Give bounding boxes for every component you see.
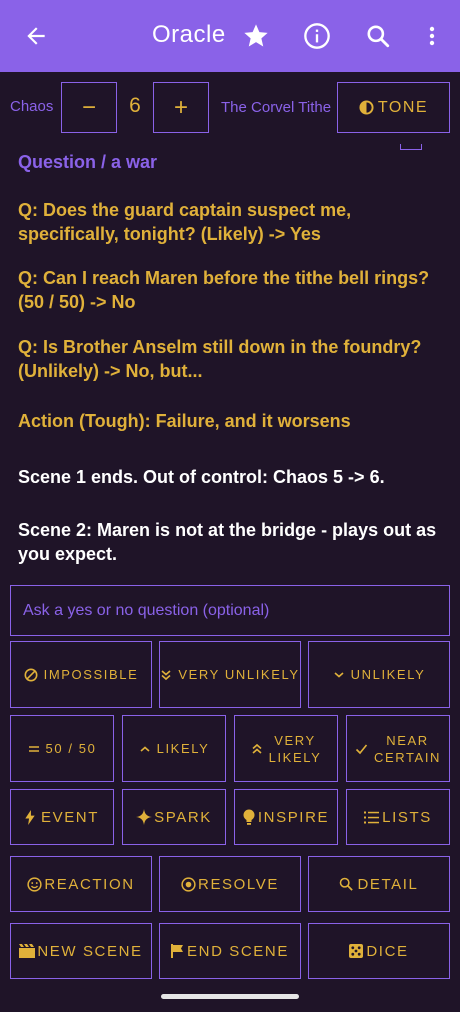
end-scene-button[interactable]: END SCENE <box>159 923 301 979</box>
dice-button[interactable]: DICE <box>308 923 450 979</box>
contrast-icon <box>359 100 374 115</box>
inspire-label: INSPIRE <box>257 808 330 826</box>
tone-button[interactable]: TONE <box>337 82 450 133</box>
chaos-label: Chaos <box>10 98 54 115</box>
log-entry: Q: Does the guard captain suspect me, sp… <box>18 200 352 244</box>
unlikely-button[interactable]: UNLIKELY <box>308 641 450 708</box>
dice-icon <box>349 944 364 958</box>
search-icon[interactable] <box>360 18 396 54</box>
near-certain-label: NEAR CERTAIN <box>374 732 441 766</box>
smiley-icon <box>27 876 42 892</box>
reaction-label: REACTION <box>44 875 135 893</box>
near-certain-label-line2: CERTAIN <box>373 749 442 765</box>
list-icon <box>364 811 380 824</box>
log-entry: Scene 1 ends. Out of control: Chaos 5 ->… <box>18 467 385 487</box>
chevron-down-icon <box>333 669 345 681</box>
oracle-log[interactable]: Question / a war Q: Does the guard capta… <box>0 144 460 580</box>
app-bar: Oracle <box>0 0 460 72</box>
tone-label: TONE <box>377 98 429 116</box>
log-entry: Q: Can I reach Maren before the tithe be… <box>18 268 430 312</box>
star-icon[interactable] <box>238 18 274 54</box>
log-entry: Question / a war <box>18 152 158 172</box>
equals-icon <box>28 744 40 754</box>
magnifier-icon <box>339 877 354 891</box>
event-button[interactable]: EVENT <box>10 789 114 845</box>
chaos-value: 6 <box>129 94 141 117</box>
log-entry: Action (Tough): Failure, and it worsens <box>18 411 351 431</box>
spark-button[interactable]: SPARK <box>122 789 226 845</box>
back-arrow-icon[interactable] <box>18 18 54 54</box>
near-certain-label-line1: NEAR <box>386 732 429 748</box>
target-icon <box>181 876 196 892</box>
lists-button[interactable]: LISTS <box>346 789 450 845</box>
thread-title[interactable]: The Corvel Tithe <box>221 99 331 116</box>
impossible-button[interactable]: IMPOSSIBLE <box>10 641 152 708</box>
unlikely-label: UNLIKELY <box>350 667 426 682</box>
double-chevron-up-icon <box>251 743 263 755</box>
info-icon[interactable] <box>299 18 335 54</box>
oracle-screen: { "app_bar": { "title": "Oracle", "icons… <box>0 0 460 1012</box>
reaction-button[interactable]: REACTION <box>10 856 152 912</box>
flag-icon <box>171 944 184 958</box>
end-scene-label: END SCENE <box>187 942 289 960</box>
new-scene-button[interactable]: NEW SCENE <box>10 923 152 979</box>
more-vert-icon[interactable] <box>414 18 450 54</box>
likely-button[interactable]: LIKELY <box>122 715 226 782</box>
sparkle-icon <box>136 809 153 825</box>
spark-label: SPARK <box>154 808 212 826</box>
lists-label: LISTS <box>382 808 432 826</box>
impossible-label: IMPOSSIBLE <box>43 667 139 682</box>
clapperboard-icon <box>19 944 36 958</box>
log-entry: Scene 2: Maren is not at the bridge - pl… <box>18 520 437 564</box>
likely-label: LIKELY <box>156 741 210 756</box>
inspire-button[interactable]: INSPIRE <box>234 789 338 845</box>
detail-label: DETAIL <box>357 875 419 893</box>
very-unlikely-button[interactable]: VERY UNLIKELY <box>159 641 301 708</box>
resolve-label: RESOLVE <box>198 875 279 893</box>
bolt-icon <box>25 809 35 825</box>
log-entry: Q: Is Brother Anselm still down in the f… <box>18 337 422 381</box>
question-field[interactable] <box>10 585 450 636</box>
very-likely-label: VERY LIKELY <box>269 732 322 766</box>
new-scene-label: NEW SCENE <box>37 942 143 960</box>
plus-icon: + <box>173 93 188 121</box>
very-likely-label-line1: VERY <box>274 732 316 748</box>
dice-label: DICE <box>366 942 409 960</box>
block-icon <box>24 668 38 682</box>
chaos-bar: Chaos − 6 + The Corvel Tithe TONE <box>0 72 460 144</box>
near-certain-button[interactable]: NEAR CERTAIN <box>346 715 450 782</box>
page-title: Oracle <box>152 21 226 48</box>
lightbulb-icon <box>243 809 255 825</box>
chevron-up-icon <box>139 743 151 755</box>
event-label: EVENT <box>40 808 99 826</box>
fifty-fifty-label: 50 / 50 <box>45 741 97 756</box>
double-chevron-down-icon <box>160 669 172 681</box>
very-likely-label-line2: LIKELY <box>268 749 322 765</box>
chaos-decrement-button[interactable]: − <box>61 82 117 133</box>
resolve-button[interactable]: RESOLVE <box>159 856 301 912</box>
very-likely-button[interactable]: VERY LIKELY <box>234 715 338 782</box>
check-icon <box>355 743 368 755</box>
detail-button[interactable]: DETAIL <box>308 856 450 912</box>
home-indicator[interactable] <box>161 994 299 999</box>
chaos-increment-button[interactable]: + <box>153 82 209 133</box>
minus-icon: − <box>81 93 96 121</box>
very-unlikely-label: VERY UNLIKELY <box>178 667 300 682</box>
fifty-fifty-button[interactable]: 50 / 50 <box>10 715 114 782</box>
question-input[interactable] <box>11 586 449 635</box>
